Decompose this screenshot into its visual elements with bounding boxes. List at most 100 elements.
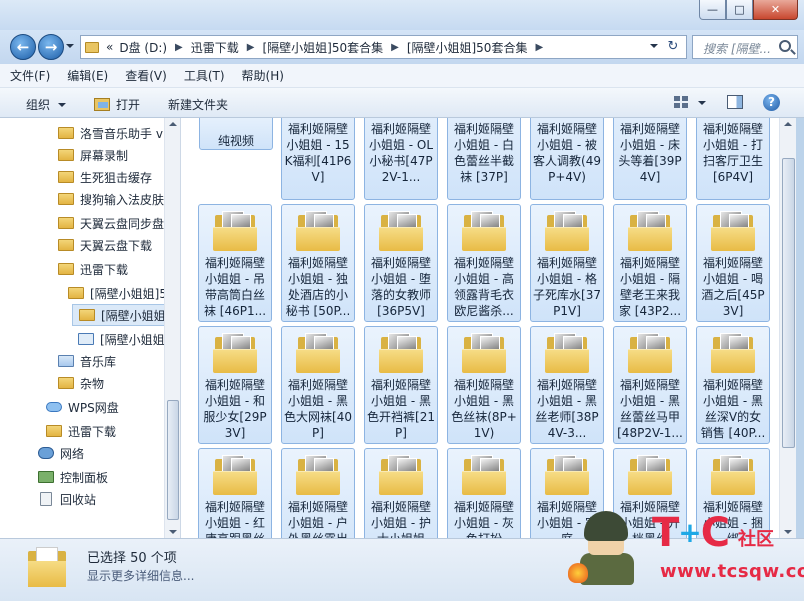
folder-item[interactable]: 福利姬隔壁小姐姐 - 护士小姐姐 xyxy=(364,448,438,538)
help-icon[interactable]: ? xyxy=(763,94,780,111)
folder-label: 福利姬隔壁小姐姐 - 独处酒店的小秘书 [50P... xyxy=(285,256,351,318)
folder-item[interactable]: 福利姬隔壁小姐姐 - 黑丝蕾丝马甲[48P2V-1... xyxy=(613,326,687,444)
scroll-up-icon[interactable] xyxy=(784,122,792,126)
folder-item[interactable]: 福利姬隔壁小姐姐 - 黑丝深V的女销售 [40P... xyxy=(696,326,770,444)
show-more-details-link[interactable]: 显示更多详细信息... xyxy=(87,567,194,584)
folder-label: 福利姬隔壁小姐姐 - 白色蕾丝半截袜 [37P] xyxy=(453,122,514,184)
breadcrumb-d-drive[interactable]: D盘 (D:) xyxy=(119,39,167,56)
folder-item[interactable]: 福利姬隔壁小姐姐 - 黑丝老师[38P4V-3... xyxy=(530,326,604,444)
folder-item[interactable]: 福利姬隔壁小姐姐 - 黑色大网袜[40P] xyxy=(281,326,355,444)
folder-item[interactable]: 福利姬隔壁小姐姐 - 打扫客厅卫生[6P4V] xyxy=(696,118,770,200)
folder-icon xyxy=(58,239,74,251)
scrollbar-thumb[interactable] xyxy=(167,400,179,520)
chevron-right-icon[interactable]: ▶ xyxy=(175,42,183,53)
sidebar-item-label: [隔壁小姐姐 xyxy=(101,308,166,323)
chevron-right-icon[interactable]: ▶ xyxy=(535,42,543,53)
maximize-button[interactable]: □ xyxy=(726,0,753,20)
chevron-right-icon[interactable]: ▶ xyxy=(391,42,399,53)
sidebar-item-sogou-skin[interactable]: 搜狗输入法皮肤 xyxy=(58,188,164,210)
sidebar-item-xunlei[interactable]: 迅雷下载 xyxy=(58,258,128,280)
folder-icon xyxy=(213,455,257,495)
folder-item[interactable]: 福利姬隔壁小姐姐 - 吊带高筒白丝袜 [46P1... xyxy=(198,204,272,322)
folder-item[interactable]: 福利姬隔壁小姐姐 - 被客人调教(49P+4V) xyxy=(530,118,604,200)
forward-button[interactable]: → xyxy=(38,34,64,60)
file-list-scrollbar[interactable] xyxy=(779,118,796,538)
sidebar-item-label: 回收站 xyxy=(60,492,97,507)
preview-pane-icon[interactable] xyxy=(727,95,743,109)
sidebar-item-wps-drive[interactable]: WPS网盘 xyxy=(46,396,119,418)
scrollbar-thumb[interactable] xyxy=(782,158,795,448)
sidebar-item-collection[interactable]: [隔壁小姐姐]5 xyxy=(68,282,167,304)
sidebar-item-xunlei-2[interactable]: 迅雷下载 xyxy=(46,420,116,442)
breadcrumb-current[interactable]: [隔壁小姐姐]50套合集 xyxy=(407,39,528,56)
sidebar-item-zip[interactable]: [隔壁小姐姐] xyxy=(78,328,169,350)
sidebar-item-label: 屏幕录制 xyxy=(80,148,129,163)
navigation-scrollbar[interactable] xyxy=(164,118,180,538)
folder-item[interactable]: 福利姬隔壁小姐姐 - OL小秘书[47P2V-1... xyxy=(364,118,438,200)
folder-item[interactable]: 福利姬隔壁小姐姐 - 格子死库水[37P1V] xyxy=(530,204,604,322)
scroll-up-icon[interactable] xyxy=(169,122,177,126)
menu-help[interactable]: 帮助(H) xyxy=(242,67,284,84)
folder-item[interactable]: 福利姬隔壁小姐姐 - 户外黑丝露出 xyxy=(281,448,355,538)
sidebar-item-label: WPS网盘 xyxy=(68,400,119,415)
folder-icon xyxy=(85,41,99,53)
chevron-down-icon[interactable] xyxy=(650,44,658,48)
sidebar-item-game-cache[interactable]: 生死狙击缓存 xyxy=(58,166,152,188)
folder-item[interactable]: 纯视频 xyxy=(199,118,273,150)
open-button[interactable]: 打开 xyxy=(94,96,140,113)
folder-icon xyxy=(296,211,340,251)
folder-item[interactable]: 福利姬隔壁小姐姐 - 堕落的女教师[36P5V] xyxy=(364,204,438,322)
folder-item[interactable]: 福利姬隔壁小姐姐 - 黑色开裆裤[21P] xyxy=(364,326,438,444)
folder-label: 福利姬隔壁小姐姐 - 吊带高筒白丝袜 [46P1... xyxy=(203,256,267,318)
search-input[interactable]: 搜索 [隔壁... xyxy=(692,35,798,59)
folder-label: 福利姬隔壁小姐姐 - 和服少女[29P3V] xyxy=(203,378,267,440)
folder-label: 福利姬隔壁小姐姐 - 打扫客厅卫生[6P4V] xyxy=(702,122,763,184)
folder-item[interactable]: 福利姬隔壁小姐姐 - 高领露背毛衣欧尼酱杀... xyxy=(447,204,521,322)
folder-icon xyxy=(462,333,506,373)
close-button[interactable]: ✕ xyxy=(753,0,798,20)
folder-item[interactable]: 福利姬隔壁小姐姐 - 黑色丝袜(8P+1V) xyxy=(447,326,521,444)
address-row: ← → « D盘 (D:) ▶ 迅雷下载 ▶ [隔壁小姐姐]50套合集 ▶ [隔… xyxy=(0,30,804,64)
folder-item[interactable]: 福利姬隔壁小姐姐 - 红唐高跟黑丝 xyxy=(198,448,272,538)
sidebar-item-music-library[interactable]: 音乐库 xyxy=(58,350,116,372)
folder-icon xyxy=(628,455,672,495)
recent-pages-dropdown[interactable] xyxy=(66,44,74,48)
menu-tools[interactable]: 工具(T) xyxy=(184,67,225,84)
sidebar-item-recycle-bin[interactable]: 回收站 xyxy=(38,488,96,510)
folder-item[interactable]: 福利姬隔壁小姐姐 - 床头等着[39P4V] xyxy=(613,118,687,200)
sidebar-item-misc[interactable]: 杂物 xyxy=(58,372,104,394)
sidebar-item-control-panel[interactable]: 控制面板 xyxy=(38,466,108,488)
sidebar-item-tianyi-download[interactable]: 天翼云盘下载 xyxy=(58,234,152,256)
menu-edit[interactable]: 编辑(E) xyxy=(67,67,108,84)
menu-file[interactable]: 文件(F) xyxy=(10,67,50,84)
address-bar[interactable]: « D盘 (D:) ▶ 迅雷下载 ▶ [隔壁小姐姐]50套合集 ▶ [隔壁小姐姐… xyxy=(80,35,687,59)
menu-view[interactable]: 查看(V) xyxy=(125,67,167,84)
sidebar-item-network[interactable]: 网络 xyxy=(38,442,84,464)
search-icon[interactable] xyxy=(779,40,791,52)
breadcrumb-xunlei[interactable]: 迅雷下载 xyxy=(191,39,239,56)
folder-item[interactable]: 福利姬隔壁小姐姐 - 15K福利[41P6V] xyxy=(281,118,355,200)
sidebar-item-tianyi-sync[interactable]: 天翼云盘同步盘 xyxy=(58,212,164,234)
folder-item[interactable]: 福利姬隔壁小姐姐 - 独处酒店的小秘书 [50P... xyxy=(281,204,355,322)
new-folder-button[interactable]: 新建文件夹 xyxy=(168,96,228,113)
chevron-down-icon[interactable] xyxy=(698,101,706,105)
breadcrumb-overflow[interactable]: « xyxy=(106,40,113,54)
change-view-icon[interactable] xyxy=(674,96,688,108)
chevron-right-icon[interactable]: ▶ xyxy=(247,42,255,53)
folder-item[interactable]: 福利姬隔壁小姐姐 - 灰色打扮 xyxy=(447,448,521,538)
folder-item[interactable]: 福利姬隔壁小姐姐 - 隔壁老王来我家 [43P2... xyxy=(613,204,687,322)
breadcrumb-collection[interactable]: [隔壁小姐姐]50套合集 xyxy=(262,39,383,56)
folder-icon xyxy=(711,211,755,251)
scroll-down-icon[interactable] xyxy=(169,530,177,534)
navigation-pane: 洛雪音乐助手 v 屏幕录制 生死狙击缓存 搜狗输入法皮肤 天翼云盘同步盘 天翼云… xyxy=(0,118,180,538)
folder-item[interactable]: 福利姬隔壁小姐姐 - 喝酒之后[45P3V] xyxy=(696,204,770,322)
organize-button[interactable]: 组织 xyxy=(26,96,67,113)
folder-icon xyxy=(79,309,95,321)
folder-item[interactable]: 福利姬隔壁小姐姐 - 白色蕾丝半截袜 [37P] xyxy=(447,118,521,200)
back-button[interactable]: ← xyxy=(10,34,36,60)
refresh-icon[interactable]: ↻ xyxy=(664,39,682,55)
sidebar-item-luoxue[interactable]: 洛雪音乐助手 v xyxy=(58,122,163,144)
folder-item[interactable]: 福利姬隔壁小姐姐 - 和服少女[29P3V] xyxy=(198,326,272,444)
sidebar-item-screen-record[interactable]: 屏幕录制 xyxy=(58,144,128,166)
minimize-button[interactable]: — xyxy=(699,0,726,20)
